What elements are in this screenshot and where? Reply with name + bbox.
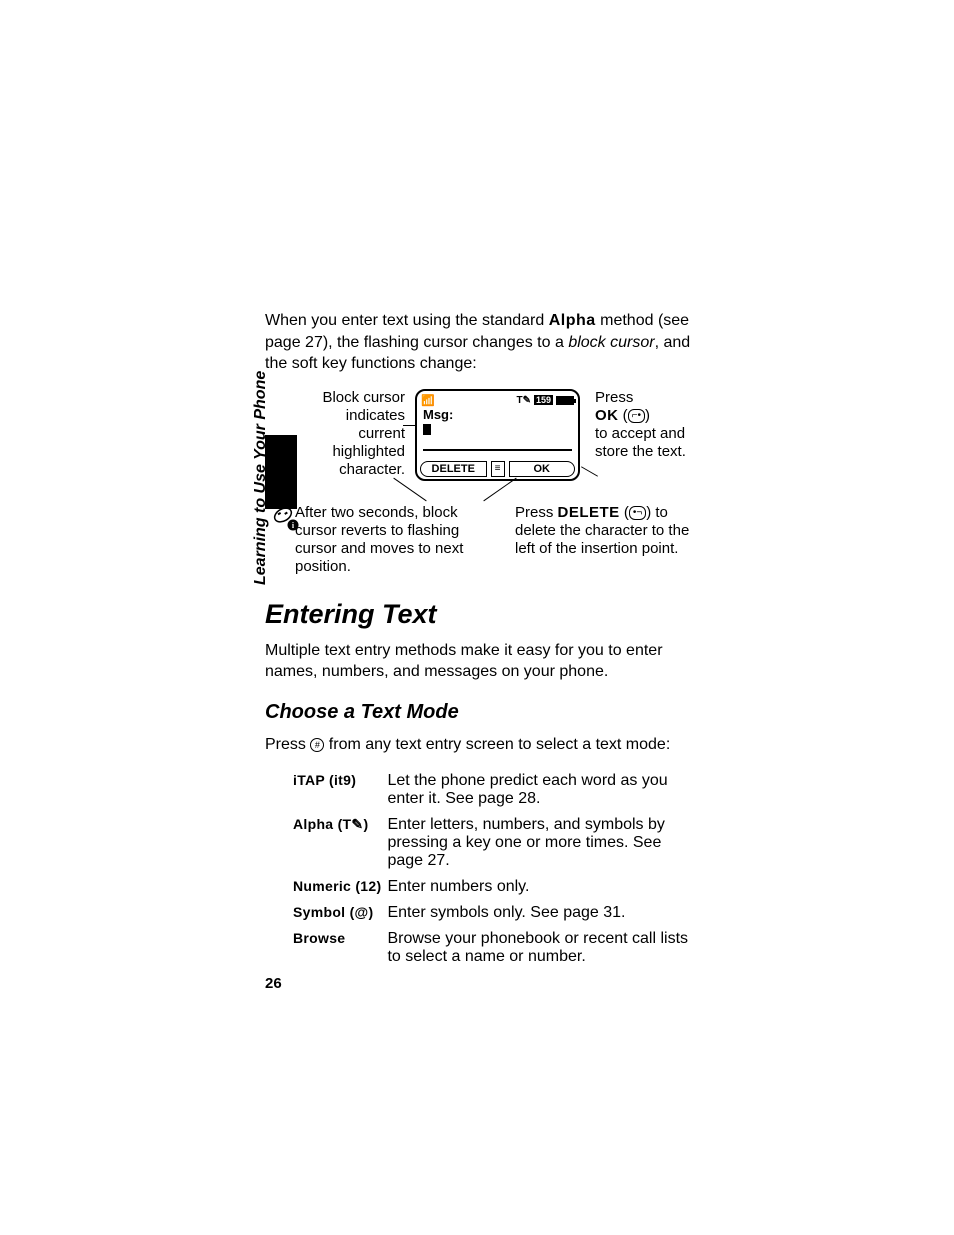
mode-desc: Let the phone predict each word as you e…	[387, 768, 695, 812]
mode-name: Alpha (T✎)	[265, 812, 387, 874]
table-row: BrowseBrowse your phonebook or recent ca…	[265, 926, 695, 970]
mode-desc: Enter symbols only. See page 31.	[387, 900, 695, 926]
table-row: Numeric (12)Enter numbers only.	[265, 874, 695, 900]
right-softkey-icon: ⌐•	[628, 409, 645, 423]
softkey-menu[interactable]: ≡	[491, 461, 505, 477]
phone-screen: 📶 T✎ 159 Msg: DELETE ≡ OK	[415, 389, 580, 481]
page-number: 26	[265, 975, 282, 992]
ok-label: OK	[595, 407, 619, 424]
table-row: Alpha (T✎)Enter letters, numbers, and sy…	[265, 812, 695, 874]
status-left: 📶	[421, 394, 435, 407]
softkey-ok[interactable]: OK	[509, 461, 576, 477]
hash-key-icon: #	[310, 738, 324, 752]
left-softkey-icon: •¬	[629, 506, 646, 520]
text: Press	[515, 504, 558, 521]
mode-name: Browse	[265, 926, 387, 970]
figure-phone-screen: Block cursor indicates current highlight…	[265, 389, 695, 589]
callout-line	[393, 477, 426, 501]
callout-line	[581, 466, 598, 476]
signal-icon: 📶	[421, 394, 435, 407]
callout-delete: Press DELETE (•¬) to delete the characte…	[515, 504, 695, 558]
callout-revert: After two seconds, block cursor reverts …	[295, 504, 470, 576]
text: to accept and store the text.	[595, 425, 686, 460]
softkey-delete[interactable]: DELETE	[420, 461, 487, 477]
mode-desc: Enter letters, numbers, and symbols by p…	[387, 812, 695, 874]
intro-paragraph: When you enter text using the standard A…	[265, 310, 695, 375]
block-cursor	[423, 424, 431, 435]
block-cursor-term: block cursor	[568, 334, 654, 351]
status-right: T✎ 159	[516, 394, 574, 407]
table-row: Symbol (@)Enter symbols only. See page 3…	[265, 900, 695, 926]
mode-name: iTAP (it9)	[265, 768, 387, 812]
mode-name: Symbol (@)	[265, 900, 387, 926]
pencil-icon: T✎	[516, 395, 531, 406]
callout-line	[483, 477, 516, 501]
text: from any text entry screen to select a t…	[324, 736, 670, 753]
table-row: iTAP (it9)Let the phone predict each wor…	[265, 768, 695, 812]
mode-name: Numeric (12)	[265, 874, 387, 900]
callout-block-cursor: Block cursor indicates current highlight…	[295, 389, 405, 479]
text: Press	[265, 736, 310, 753]
alpha-label: Alpha	[549, 312, 596, 329]
mode-desc: Enter numbers only.	[387, 874, 695, 900]
text: When you enter text using the standard	[265, 312, 549, 329]
mode-desc: Browse your phonebook or recent call lis…	[387, 926, 695, 970]
heading-choose-mode: Choose a Text Mode	[265, 701, 695, 724]
battery-icon	[556, 396, 574, 405]
heading-entering-text: Entering Text	[265, 599, 695, 630]
text: Press	[595, 389, 633, 406]
char-count: 159	[534, 395, 553, 405]
delete-label: DELETE	[558, 504, 620, 521]
callout-ok: Press OK (⌐•) to accept and store the te…	[595, 389, 695, 461]
press-instruction: Press # from any text entry screen to se…	[265, 736, 695, 754]
msg-label: Msg:	[417, 407, 578, 422]
input-underline	[423, 449, 572, 451]
text-mode-table: iTAP (it9)Let the phone predict each wor…	[265, 768, 695, 970]
intro-multiple-methods: Multiple text entry methods make it easy…	[265, 640, 695, 683]
